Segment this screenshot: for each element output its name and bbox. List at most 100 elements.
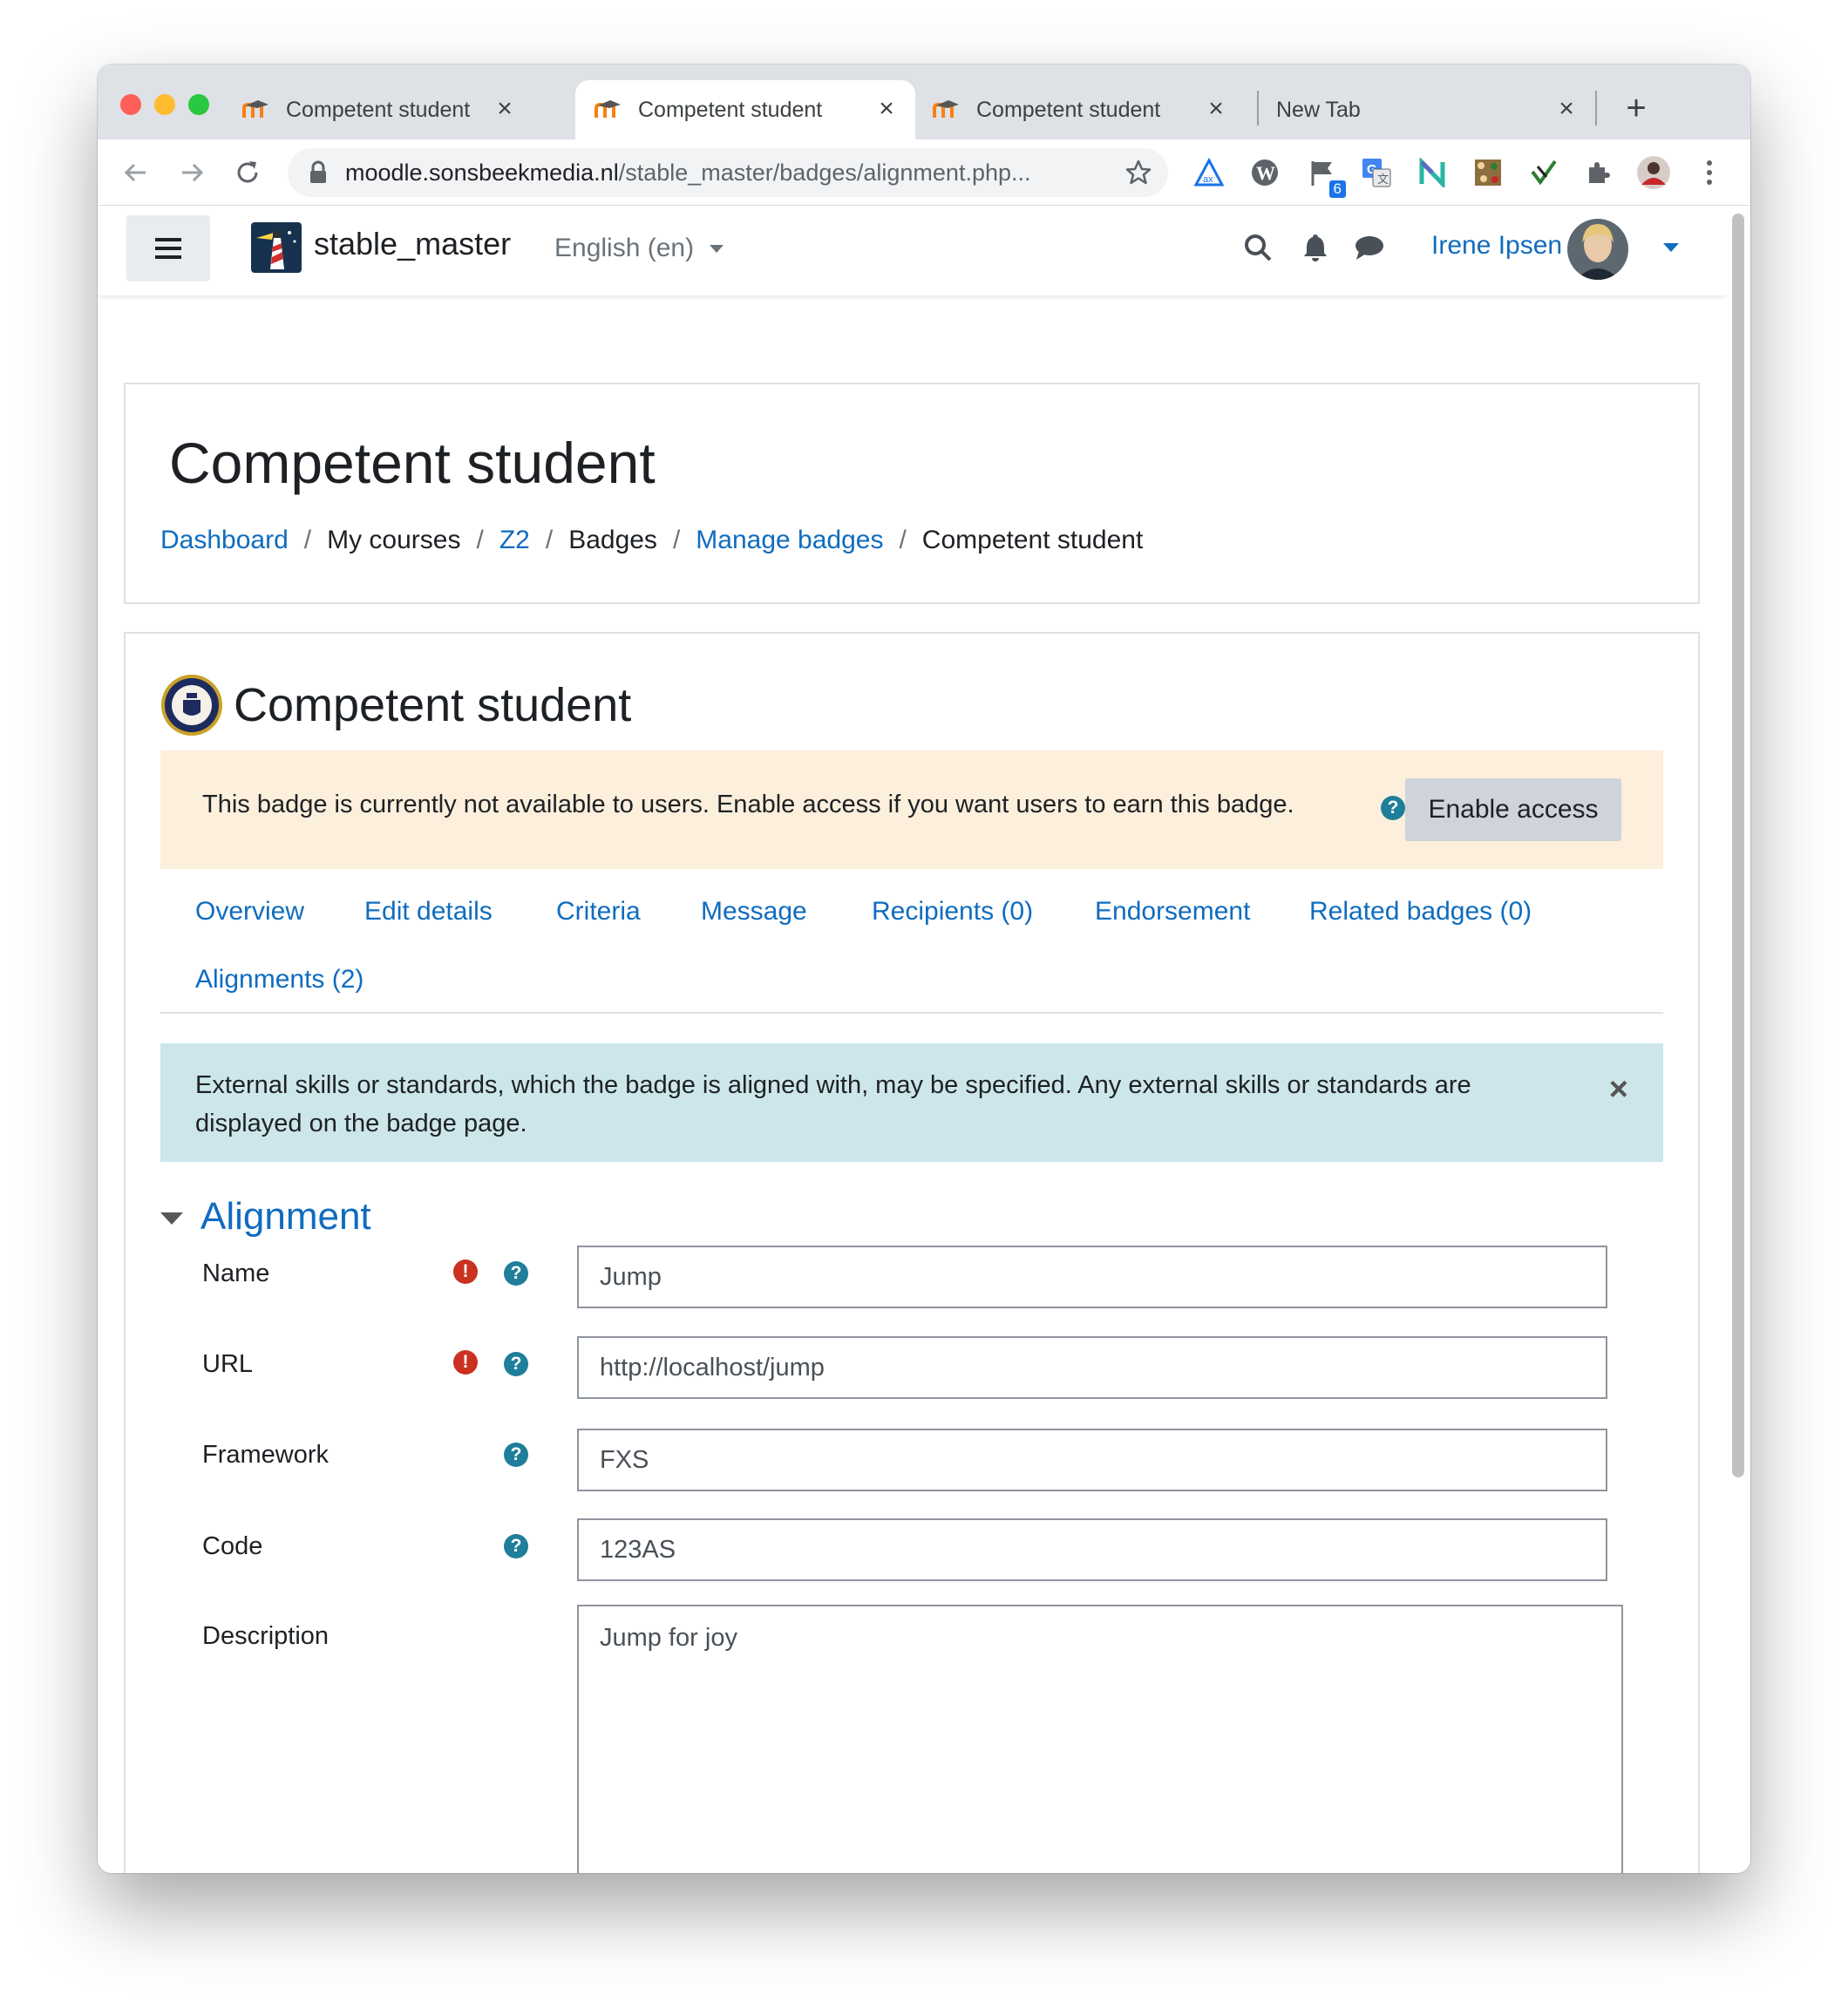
page-scrollbar[interactable] <box>1726 207 1750 1873</box>
breadcrumb-separator: / <box>476 526 484 554</box>
tab-edit-details[interactable]: Edit details <box>364 897 493 927</box>
site-logo-icon[interactable] <box>251 222 302 273</box>
name-field[interactable] <box>577 1246 1607 1308</box>
browser-toolbar: moodle.sonsbeekmedia.nl/stable_master/ba… <box>98 139 1750 206</box>
help-icon[interactable]: ? <box>504 1261 528 1286</box>
url-text: moodle.sonsbeekmedia.nl/stable_master/ba… <box>345 160 1095 187</box>
tab-title: Competent student <box>638 97 823 122</box>
site-name[interactable]: stable_master <box>314 226 511 262</box>
address-bar[interactable]: moodle.sonsbeekmedia.nl/stable_master/ba… <box>288 148 1168 197</box>
extension-flag-icon[interactable]: 6 <box>1304 154 1346 198</box>
tab-related-badges[interactable]: Related badges (0) <box>1309 897 1532 927</box>
breadcrumb-dashboard[interactable]: Dashboard <box>160 526 289 555</box>
forward-arrow-icon[interactable] <box>174 155 209 190</box>
user-menu-caret-icon[interactable] <box>1663 243 1679 252</box>
badge-image <box>160 674 223 737</box>
help-icon[interactable]: ? <box>1381 796 1405 820</box>
help-icon[interactable]: ? <box>504 1443 528 1467</box>
search-icon[interactable] <box>1241 231 1274 264</box>
language-label: English (en) <box>554 234 695 262</box>
badge-title: Competent student <box>234 679 632 731</box>
browser-tab-2[interactable]: Competent student × <box>575 80 915 139</box>
svg-text:ax: ax <box>1203 174 1213 185</box>
enable-access-button[interactable]: Enable access <box>1405 778 1621 841</box>
star-icon[interactable] <box>1124 159 1152 191</box>
bell-icon[interactable] <box>1299 231 1332 264</box>
browser-tab-1[interactable]: Competent student × <box>230 80 518 139</box>
badge-status-alert: This badge is currently not available to… <box>160 750 1663 869</box>
svg-text:文: 文 <box>1377 173 1389 186</box>
close-tab-icon[interactable]: × <box>492 96 518 123</box>
page-viewport: stable_master English (en) Irene Ipsen C… <box>98 207 1750 1873</box>
extension-check-icon[interactable] <box>1525 154 1562 191</box>
alignment-info-message: External skills or standards, which the … <box>195 1071 1471 1137</box>
tab-alignments[interactable]: Alignments (2) <box>195 965 363 995</box>
menu-kebab-icon[interactable] <box>1691 154 1728 191</box>
tab-overview[interactable]: Overview <box>195 897 304 927</box>
chevron-down-icon <box>710 244 724 253</box>
minimize-window-button[interactable] <box>154 94 175 115</box>
tab-separator <box>1257 91 1259 126</box>
breadcrumb-course[interactable]: Z2 <box>499 526 530 555</box>
badge-status-message: This badge is currently not available to… <box>202 791 1294 818</box>
collapse-caret-icon <box>160 1212 183 1225</box>
help-icon[interactable]: ? <box>504 1534 528 1558</box>
tab-criteria[interactable]: Criteria <box>556 897 641 927</box>
extension-wordpress-icon[interactable]: W <box>1247 154 1283 191</box>
breadcrumb-manage-badges[interactable]: Manage badges <box>696 526 883 555</box>
browser-tab-4[interactable]: New Tab × <box>1276 80 1580 139</box>
close-window-button[interactable] <box>120 94 141 115</box>
alignment-section-title: Alignment <box>200 1195 371 1238</box>
user-name[interactable]: Irene Ipsen <box>1431 231 1562 261</box>
hamburger-icon[interactable] <box>126 215 210 282</box>
extension-pattern-icon[interactable] <box>1470 154 1506 191</box>
reload-icon[interactable] <box>230 155 265 190</box>
alignment-section-toggle[interactable]: Alignment <box>160 1195 371 1239</box>
moodle-favicon-icon <box>242 98 272 121</box>
code-field[interactable] <box>577 1518 1607 1581</box>
url-host: moodle.sonsbeekmedia.nl <box>345 159 619 186</box>
extension-badge-count: 6 <box>1328 180 1346 198</box>
close-tab-icon[interactable]: × <box>1553 96 1580 123</box>
extensions-puzzle-icon[interactable] <box>1580 154 1616 191</box>
code-label: Code <box>202 1532 263 1560</box>
extension-translate-icon[interactable]: G文 <box>1358 154 1395 191</box>
scrollbar-thumb[interactable] <box>1732 214 1744 1477</box>
extension-ax-icon[interactable]: ax <box>1191 154 1227 191</box>
close-tab-icon[interactable]: × <box>873 96 900 123</box>
help-icon[interactable]: ? <box>504 1352 528 1376</box>
chat-icon[interactable] <box>1353 231 1386 264</box>
name-label: Name <box>202 1260 270 1287</box>
url-path: /stable_master/badges/alignment.php... <box>618 159 1031 186</box>
moodle-favicon-icon <box>594 98 624 121</box>
badge-content-card: Competent student This badge is currentl… <box>124 632 1700 1873</box>
tab-separator <box>1595 91 1597 126</box>
back-arrow-icon[interactable] <box>119 155 153 190</box>
breadcrumb-separator: / <box>672 526 681 554</box>
tab-recipients[interactable]: Recipients (0) <box>872 897 1033 927</box>
framework-field[interactable] <box>577 1429 1607 1491</box>
breadcrumb-my-courses: My courses <box>327 526 461 554</box>
profile-avatar-icon[interactable] <box>1635 154 1672 191</box>
extension-n-icon[interactable] <box>1414 154 1451 191</box>
tab-message[interactable]: Message <box>701 897 807 927</box>
close-icon[interactable]: × <box>1609 1071 1628 1109</box>
breadcrumb-separator: / <box>545 526 554 554</box>
url-field[interactable] <box>577 1336 1607 1399</box>
browser-window: Competent student × Competent student × … <box>98 65 1750 1873</box>
alignment-info-alert: External skills or standards, which the … <box>160 1043 1663 1162</box>
tab-strip: Competent student × Competent student × … <box>98 65 1750 139</box>
close-tab-icon[interactable]: × <box>1203 96 1229 123</box>
new-tab-button[interactable]: + <box>1621 91 1651 126</box>
language-menu[interactable]: English (en) <box>554 234 724 263</box>
tab-endorsement[interactable]: Endorsement <box>1095 897 1250 927</box>
moodle-favicon-icon <box>933 98 962 121</box>
description-field[interactable]: Jump for joy <box>577 1605 1623 1873</box>
tab-title: Competent student <box>286 97 471 122</box>
description-label: Description <box>202 1622 330 1650</box>
avatar[interactable] <box>1567 219 1628 280</box>
page-header-card: Competent student Dashboard / My courses… <box>124 383 1700 604</box>
framework-label: Framework <box>202 1441 330 1469</box>
maximize-window-button[interactable] <box>188 94 209 115</box>
browser-tab-3[interactable]: Competent student × <box>933 80 1229 139</box>
